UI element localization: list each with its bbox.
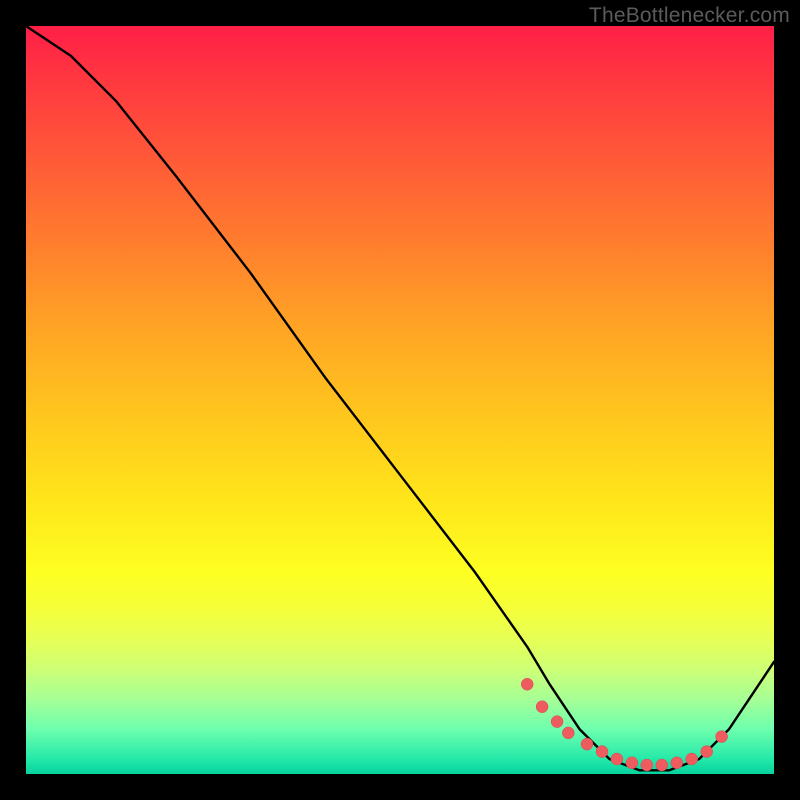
highlight-point xyxy=(671,757,683,769)
bottleneck-curve-line xyxy=(26,26,774,770)
chart-frame: TheBottlenecker.com xyxy=(0,0,800,800)
highlight-point xyxy=(626,757,638,769)
highlight-point xyxy=(641,759,653,771)
highlight-point xyxy=(701,746,713,758)
chart-svg xyxy=(26,26,774,774)
highlight-point xyxy=(716,731,728,743)
highlight-point xyxy=(521,678,533,690)
highlight-point xyxy=(536,701,548,713)
highlight-point xyxy=(596,746,608,758)
highlight-point xyxy=(562,727,574,739)
highlight-points-group xyxy=(521,678,727,771)
highlight-point xyxy=(611,753,623,765)
highlight-point xyxy=(656,759,668,771)
watermark-text: TheBottlenecker.com xyxy=(589,4,790,28)
highlight-point xyxy=(581,738,593,750)
highlight-point xyxy=(686,753,698,765)
highlight-point xyxy=(551,716,563,728)
